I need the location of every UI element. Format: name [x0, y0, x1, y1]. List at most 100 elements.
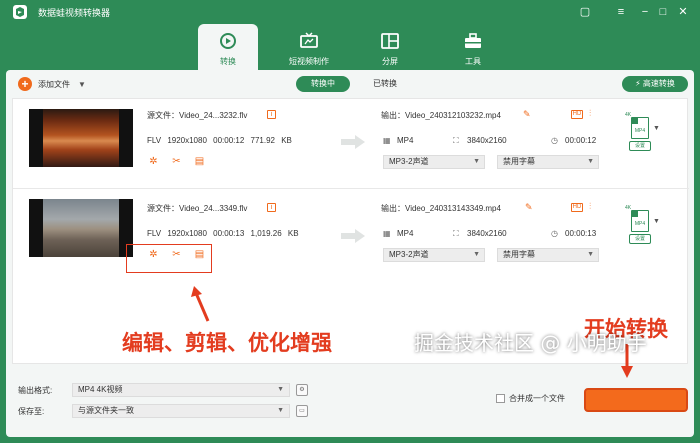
watermark: 掘金技术社区 @ 小明助手 — [414, 331, 647, 355]
file-row: 源文件：Video_24...3232.flv i FLV 1920x1080 … — [13, 99, 689, 189]
output-filename: 输出：Video_240313143349.mp4 — [381, 204, 501, 213]
trim-icon[interactable]: ⫶ — [589, 108, 591, 119]
source-filename: 源文件：Video_24...3232.flv — [147, 111, 248, 120]
chevron-down-icon[interactable]: ▼ — [653, 125, 660, 132]
video-thumbnail[interactable] — [29, 199, 133, 257]
source-filename: 源文件：Video_24...3349.flv — [147, 204, 248, 213]
chevron-down-icon: ▼ — [473, 251, 480, 258]
toolbox-icon — [465, 33, 481, 48]
tab-short-video[interactable]: 短视频制作 — [279, 24, 339, 70]
folder-icon[interactable]: ▭ — [296, 405, 308, 417]
fast-convert-label: 高速转换 — [642, 79, 675, 88]
chat-icon[interactable]: ▢ — [578, 5, 592, 19]
tab-tools[interactable]: 工具 — [443, 24, 503, 70]
chevron-down-icon[interactable]: ▼ — [653, 218, 660, 225]
chevron-down-icon: ▼ — [587, 158, 594, 165]
bottom-bar: 输出格式: MP4 4K视频 ▼ ⚙ 保存至: 与源文件夹一致 ▼ ▭ 合并成一个文… — [6, 376, 694, 437]
info-icon[interactable]: i — [267, 110, 276, 119]
file-row: 源文件：Video_24...3349.flv i FLV 1920x1080 … — [13, 189, 689, 279]
lightning-icon: ⚡ — [635, 79, 641, 88]
tab-label: 短视频制作 — [289, 57, 329, 66]
enhance-icon[interactable]: ✲ — [147, 155, 160, 168]
mp4-file-icon: MP4 — [631, 210, 649, 232]
subtitle-select[interactable]: 禁用字幕 ▼ — [497, 155, 599, 169]
clock-icon: ◷ — [551, 136, 558, 145]
hd-icon[interactable]: HD — [571, 203, 583, 212]
add-file-button[interactable]: + 添加文件 ▼ — [18, 77, 86, 91]
audio-track-select[interactable]: MP3-2声道 ▼ — [383, 155, 485, 169]
output-duration: 00:00:12 — [565, 136, 597, 145]
audio-track-select[interactable]: MP3-2声道 ▼ — [383, 248, 485, 262]
output-format-label: 输出格式: — [18, 386, 53, 395]
format-settings-button[interactable]: 设置 — [629, 141, 651, 151]
edit-tools: ✲ ✂ ▤ — [147, 155, 206, 168]
arrow-right-icon — [341, 135, 365, 149]
checkbox-icon[interactable] — [496, 394, 505, 403]
convert-icon — [220, 33, 236, 49]
output-format-picker[interactable]: 4K MP4 ▼ 设置 — [625, 112, 660, 151]
arrow-right-icon — [341, 229, 365, 243]
scissors-icon[interactable]: ✂ — [170, 155, 183, 168]
source-meta: FLV 1920x1080 00:00:12 771.92 KB — [147, 136, 292, 145]
rename-icon[interactable]: ✎ — [525, 202, 533, 213]
content-panel: + 添加文件 ▼ 转换中 已转换 ⚡ 高速转换 源文件：Video_24...3… — [6, 70, 694, 437]
output-duration: 00:00:13 — [565, 229, 597, 238]
tab-converted[interactable]: 已转换 — [362, 76, 408, 92]
tab-split-screen[interactable]: 分屏 — [360, 24, 420, 70]
source-meta: FLV 1920x1080 00:00:13 1,019.26 KB — [147, 229, 299, 238]
output-format: MP4 — [397, 229, 414, 238]
start-convert-button[interactable] — [584, 388, 688, 412]
edit-tools-highlight — [126, 244, 212, 273]
close-icon[interactable]: ✕ — [676, 5, 690, 19]
main-tabs: 转换 短视频制作 分屏 工具 — [0, 20, 700, 70]
tab-converting[interactable]: 转换中 — [296, 76, 350, 92]
tv-icon — [300, 32, 318, 48]
edit-tools-annotation: 编辑、剪辑、优化增强 — [122, 331, 332, 355]
merge-checkbox[interactable]: 合并成一个文件 — [496, 393, 565, 404]
merge-label: 合并成一个文件 — [509, 394, 565, 403]
tab-label: 工具 — [465, 57, 481, 66]
fast-convert-button[interactable]: ⚡ 高速转换 — [622, 76, 688, 92]
output-format-picker[interactable]: 4K MP4 ▼ 设置 — [625, 205, 660, 244]
clock-icon: ◷ — [551, 229, 558, 238]
chevron-down-icon[interactable]: ▼ — [78, 80, 86, 89]
tab-label: 转换 — [220, 57, 236, 66]
save-to-label: 保存至: — [18, 407, 45, 416]
info-icon[interactable]: i — [267, 203, 276, 212]
split-screen-icon — [381, 33, 399, 49]
mp4-file-icon: MP4 — [631, 117, 649, 139]
tab-label: 分屏 — [382, 57, 398, 66]
resolution-icon: ⛶ — [453, 136, 459, 145]
format-settings-icon[interactable]: ⚙ — [296, 384, 308, 396]
subtitle-select[interactable]: 禁用字幕 ▼ — [497, 248, 599, 262]
annotation-arrow-icon — [191, 286, 210, 322]
film-icon: ▦ — [383, 229, 391, 238]
tab-convert[interactable]: 转换 — [198, 24, 258, 70]
video-thumbnail[interactable] — [29, 109, 133, 167]
rename-icon[interactable]: ✎ — [523, 109, 531, 120]
film-icon: ▦ — [383, 136, 391, 145]
app-title: 数据蛙视频转换器 — [38, 8, 111, 18]
toolbar: + 添加文件 ▼ 转换中 已转换 ⚡ 高速转换 — [6, 70, 694, 98]
hd-icon[interactable]: HD — [571, 110, 583, 119]
output-format: MP4 — [397, 136, 414, 145]
edit-icon[interactable]: ▤ — [193, 155, 206, 168]
output-filename: 输出：Video_240312103232.mp4 — [381, 111, 501, 120]
minimize-icon[interactable]: − — [638, 5, 652, 19]
chevron-down-icon: ▼ — [473, 158, 480, 165]
app-logo-icon — [13, 5, 27, 19]
chevron-down-icon: ▼ — [587, 251, 594, 258]
output-format-select[interactable]: MP4 4K视频 ▼ — [72, 383, 290, 397]
output-resolution: 3840x2160 — [467, 136, 507, 145]
resolution-icon: ⛶ — [453, 229, 459, 238]
save-to-select[interactable]: 与源文件夹一致 ▼ — [72, 404, 290, 418]
format-settings-button[interactable]: 设置 — [629, 234, 651, 244]
output-resolution: 3840x2160 — [467, 229, 507, 238]
plus-icon: + — [18, 77, 32, 91]
trim-icon[interactable]: ⫶ — [589, 201, 591, 212]
chevron-down-icon: ▼ — [277, 407, 284, 414]
menu-icon[interactable]: ≡ — [614, 5, 628, 19]
maximize-icon[interactable]: □ — [656, 5, 670, 19]
chevron-down-icon: ▼ — [277, 386, 284, 393]
add-file-label: 添加文件 — [38, 79, 70, 89]
